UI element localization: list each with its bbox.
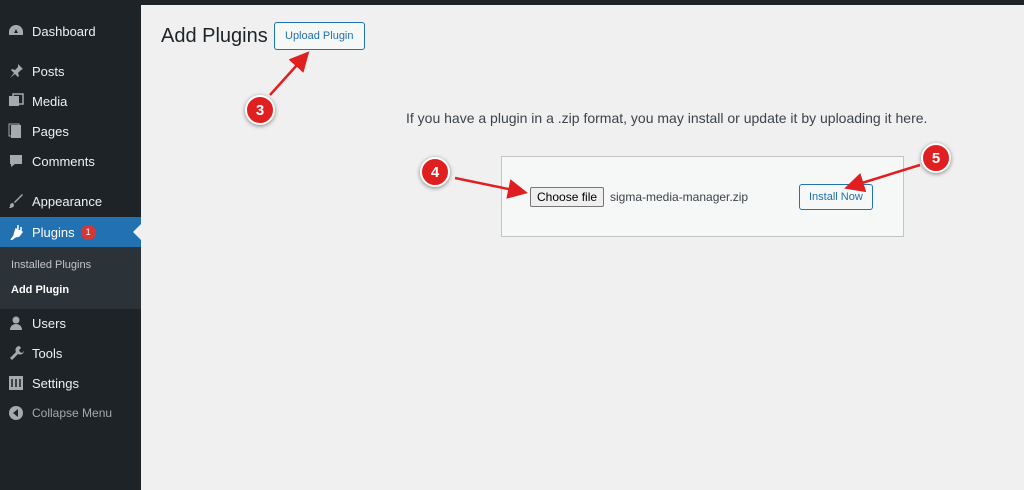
admin-sidebar: Dashboard Posts Media Pages Comments App… (0, 0, 141, 490)
sidebar-item-label: Settings (32, 375, 79, 391)
sidebar-item-comments[interactable]: Comments (0, 146, 141, 176)
comment-icon (8, 153, 24, 169)
sidebar-item-label: Plugins (32, 224, 75, 240)
plugins-submenu: Installed Plugins Add Plugin (0, 247, 141, 309)
sidebar-item-label: Pages (32, 123, 69, 139)
brush-icon (8, 193, 24, 209)
install-now-button[interactable]: Install Now (799, 184, 873, 210)
sidebar-item-label: Collapse Menu (32, 406, 113, 420)
selected-file-name: sigma-media-manager.zip (610, 190, 749, 204)
sidebar-item-users[interactable]: Users (0, 308, 141, 338)
sidebar-item-label: Comments (32, 153, 95, 169)
sidebar-item-label: Posts (32, 63, 65, 79)
sidebar-item-label: Users (32, 315, 66, 331)
sidebar-item-label: Dashboard (32, 23, 96, 39)
sidebar-item-label: Media (32, 93, 68, 109)
sidebar-item-tools[interactable]: Tools (0, 338, 141, 368)
collapse-icon (8, 405, 24, 421)
user-icon (8, 315, 24, 331)
sidebar-item-media[interactable]: Media (0, 86, 141, 116)
sidebar-item-posts[interactable]: Posts (0, 56, 141, 86)
upload-plugin-button[interactable]: Upload Plugin (274, 22, 365, 50)
upload-help-text: If you have a plugin in a .zip format, y… (406, 110, 928, 126)
settings-icon (8, 375, 24, 391)
wrench-icon (8, 345, 24, 361)
sidebar-item-label: Tools (32, 345, 63, 361)
sidebar-item-dashboard[interactable]: Dashboard (0, 16, 141, 46)
plugin-icon (8, 224, 24, 240)
sidebar-item-label: Appearance (32, 193, 103, 209)
pin-icon (8, 63, 24, 79)
page-title: Add Plugins (161, 25, 268, 47)
update-count-badge: 1 (80, 224, 96, 240)
submenu-item-installed-plugins[interactable]: Installed Plugins (11, 259, 91, 271)
step-3-marker: 3 (245, 95, 275, 125)
dashboard-icon (8, 23, 24, 39)
sidebar-item-settings[interactable]: Settings (0, 368, 141, 398)
pages-icon (8, 123, 24, 139)
step-4-marker: 4 (420, 157, 450, 187)
submenu-item-add-plugin[interactable]: Add Plugin (11, 284, 69, 296)
sidebar-item-appearance[interactable]: Appearance (0, 186, 141, 216)
main-content: Add Plugins Upload Plugin If you have a … (141, 5, 1024, 490)
step-5-marker: 5 (921, 143, 951, 173)
sidebar-item-plugins[interactable]: Plugins 1 (0, 217, 141, 247)
choose-file-button[interactable]: Choose file (530, 187, 605, 207)
sidebar-item-pages[interactable]: Pages (0, 116, 141, 146)
media-icon (8, 93, 24, 109)
upload-plugin-form: Choose file sigma-media-manager.zip Inst… (501, 156, 904, 237)
collapse-menu-button[interactable]: Collapse Menu (0, 398, 141, 428)
